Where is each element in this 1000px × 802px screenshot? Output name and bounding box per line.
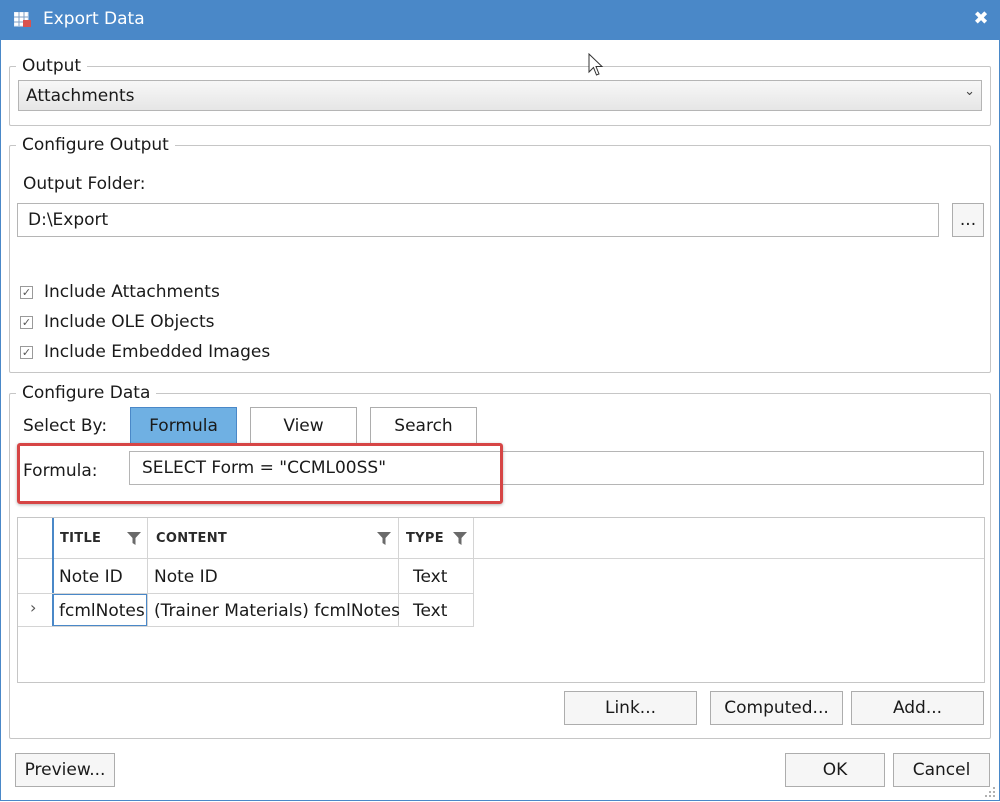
fields-grid[interactable]: TITLE CONTENT TYPE Note ID Note ID Text … <box>17 517 985 683</box>
checkmark-icon: ✓ <box>21 346 32 359</box>
checkmark-icon: ✓ <box>21 316 32 329</box>
output-folder-label: Output Folder: <box>23 174 146 194</box>
configure-output-group: Configure Output <box>9 135 991 373</box>
link-button[interactable]: Link... <box>564 691 697 725</box>
computed-button[interactable]: Computed... <box>710 691 843 725</box>
tab-search[interactable]: Search <box>370 407 477 445</box>
column-header-type[interactable]: TYPE <box>406 531 444 546</box>
include-attachments-label: Include Attachments <box>44 282 220 302</box>
configure-data-legend: Configure Data <box>22 383 151 403</box>
cancel-button[interactable]: Cancel <box>893 753 990 787</box>
tab-formula[interactable]: Formula <box>130 407 237 445</box>
cell-title: fcmlNotes <box>59 601 145 621</box>
chevron-down-icon: ⌄ <box>964 84 975 99</box>
resize-grip-icon[interactable] <box>984 786 996 798</box>
cell-title: Note ID <box>59 567 123 587</box>
filter-icon[interactable] <box>127 532 141 545</box>
column-header-content[interactable]: CONTENT <box>156 531 227 546</box>
tab-view[interactable]: View <box>250 407 357 445</box>
include-ole-objects-checkbox[interactable]: ✓ <box>20 316 33 329</box>
include-embedded-images-checkbox[interactable]: ✓ <box>20 346 33 359</box>
output-folder-value: D:\Export <box>28 210 109 230</box>
filter-icon[interactable] <box>453 532 467 545</box>
checkmark-icon: ✓ <box>21 286 32 299</box>
add-button[interactable]: Add... <box>851 691 984 725</box>
output-folder-input[interactable]: D:\Export <box>17 203 939 237</box>
table-export-icon <box>14 12 31 27</box>
filter-icon[interactable] <box>377 532 391 545</box>
cell-type: Text <box>413 567 448 587</box>
column-header-title[interactable]: TITLE <box>60 531 101 546</box>
title-bar[interactable]: Export Data ✖ <box>0 0 1000 40</box>
row-expander-icon[interactable]: › <box>30 598 36 617</box>
preview-button[interactable]: Preview... <box>15 753 115 787</box>
browse-button[interactable]: ... <box>952 203 984 237</box>
mouse-cursor-icon <box>588 53 604 76</box>
cell-title-focused[interactable]: fcmlNotes <box>53 594 147 626</box>
table-row[interactable]: Note ID Note ID Text <box>18 559 984 593</box>
window-title: Export Data <box>43 9 145 29</box>
select-by-label: Select By: <box>23 416 108 436</box>
include-attachments-checkbox[interactable]: ✓ <box>20 286 33 299</box>
include-ole-objects-label: Include OLE Objects <box>44 312 215 332</box>
close-icon[interactable]: ✖ <box>969 6 993 32</box>
formula-highlight-annotation <box>17 443 503 504</box>
cell-type: Text <box>413 601 448 621</box>
cell-content: Note ID <box>154 567 218 587</box>
output-type-value: Attachments <box>26 86 135 106</box>
include-embedded-images-label: Include Embedded Images <box>44 342 271 362</box>
grid-row-divider <box>18 626 474 627</box>
output-type-select[interactable]: Attachments ⌄ <box>18 80 982 111</box>
cell-content: (Trainer Materials) fcmlNotes <box>154 601 400 621</box>
configure-output-legend: Configure Output <box>22 135 169 155</box>
table-row[interactable]: › fcmlNotes (Trainer Materials) fcmlNote… <box>18 594 984 626</box>
output-legend: Output <box>22 56 82 76</box>
ok-button[interactable]: OK <box>785 753 885 787</box>
